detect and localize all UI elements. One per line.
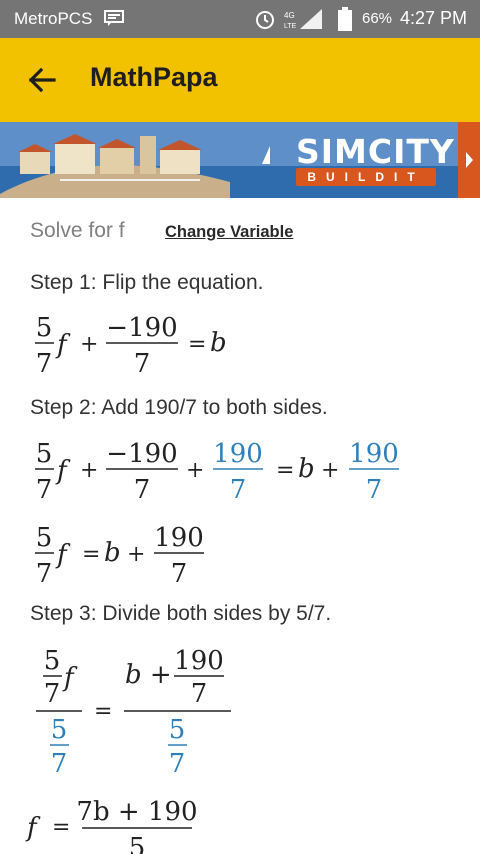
var-b: b <box>210 328 227 358</box>
equals: = <box>276 458 294 483</box>
frac-den: 7 <box>36 475 53 505</box>
var-f: f <box>62 663 78 693</box>
frac-den: 7 <box>230 475 247 505</box>
frac-num: 5 <box>51 715 68 745</box>
equals: = <box>188 332 206 357</box>
frac-den: 7 <box>44 679 61 709</box>
frac-den: 5 <box>129 833 146 854</box>
frac-den: 7 <box>169 749 186 779</box>
frac-num: −190 <box>106 313 177 343</box>
frac-num: 5 <box>36 523 53 553</box>
frac-num: 190 <box>213 439 263 469</box>
equation-final: f = 7b + 190 5 <box>25 797 198 854</box>
plus: + <box>127 542 145 567</box>
frac-num: 7b + 190 <box>76 797 197 827</box>
frac-den: 7 <box>134 349 151 379</box>
frac-den: 7 <box>366 475 383 505</box>
frac-den: 7 <box>134 475 151 505</box>
var-f: f <box>55 540 71 570</box>
frac-den: 7 <box>171 559 188 589</box>
var-b: b + <box>125 660 172 690</box>
plus: + <box>321 458 339 483</box>
equation-step-2b: 5 7 f = b + 190 7 <box>35 523 204 589</box>
frac-num: 5 <box>36 313 53 343</box>
frac-num: 5 <box>36 439 53 469</box>
plus: + <box>186 458 204 483</box>
equation-step-2a: 5 7 f + −190 7 + 190 7 = b + 190 7 <box>35 439 399 505</box>
frac-den: 7 <box>191 679 208 709</box>
equals: = <box>52 815 70 840</box>
plus: + <box>80 332 98 357</box>
equation-step-1: 5 7 f + −190 7 = b <box>35 313 227 379</box>
plus: + <box>80 458 98 483</box>
frac-den: 7 <box>36 559 53 589</box>
frac-num: 190 <box>349 439 399 469</box>
frac-den: 7 <box>51 749 68 779</box>
equals: = <box>94 699 112 724</box>
frac-num: 190 <box>174 646 224 676</box>
equals: = <box>82 542 100 567</box>
var-f: f <box>55 330 71 360</box>
frac-num: 190 <box>154 523 204 553</box>
var-f: f <box>25 813 41 843</box>
var-f: f <box>55 456 71 486</box>
var-b: b <box>298 454 315 484</box>
math-area: 5 7 f + −190 7 = b 5 7 f + −190 7 + 190 <box>25 313 399 854</box>
frac-num: 5 <box>169 715 186 745</box>
equation-step-3: 5 7 f 5 7 = b + 190 7 5 7 <box>36 646 231 779</box>
var-b: b <box>104 538 121 568</box>
frac-num: 5 <box>44 646 61 676</box>
frac-num: −190 <box>106 439 177 469</box>
frac-den: 7 <box>36 349 53 379</box>
